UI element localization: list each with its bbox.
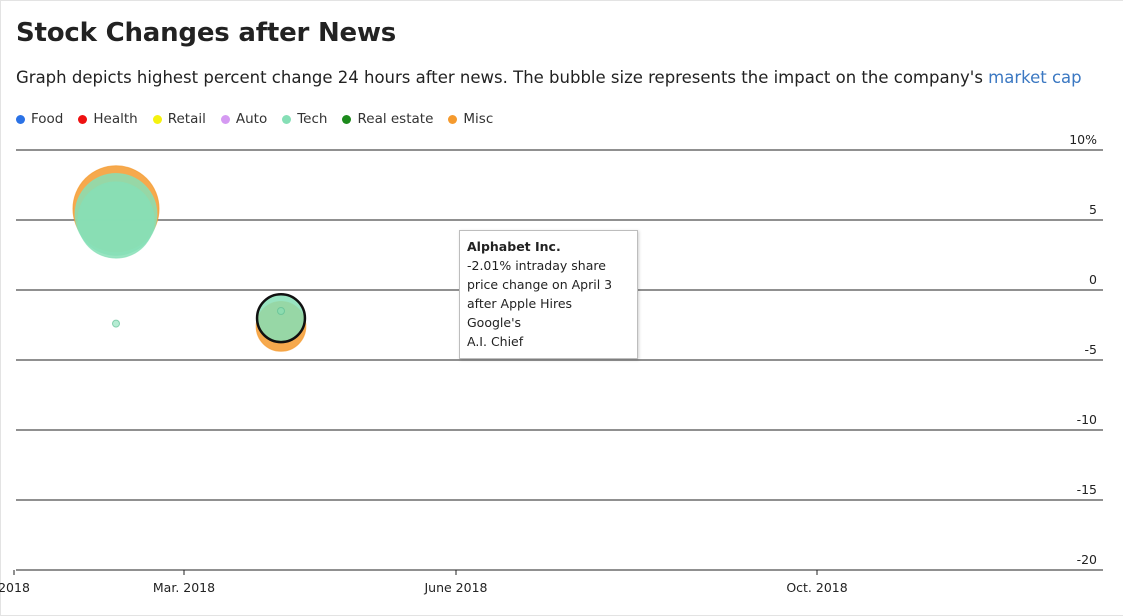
tooltip-line: A.I. Chief [467,334,524,349]
tooltip-line: -2.01% intraday share [467,258,606,273]
tooltip-line: price change on April 3 [467,277,613,292]
tooltip-company: Alphabet Inc. [467,239,561,254]
x-tick-label: Mar. 2018 [153,580,215,595]
x-tick-label: 2018 [0,580,30,595]
y-tick-label: -5 [1085,342,1097,357]
tooltip: Alphabet Inc. -2.01% intraday share pric… [459,230,638,359]
tooltip-line: after Apple Hires Google's [467,296,573,330]
y-tick-label: -15 [1077,482,1097,497]
y-tick-label: 10% [1069,132,1097,147]
x-tick-label: June 2018 [423,580,487,595]
y-tick-label: 5 [1089,202,1097,217]
y-tick-label: -20 [1077,552,1097,567]
bubble-layer [72,165,307,352]
x-tick-label: Oct. 2018 [786,580,847,595]
y-tick-label: 0 [1089,272,1097,287]
bubble-tech[interactable] [255,292,307,344]
grid-layer [16,149,1103,571]
bubble-tech[interactable] [112,319,120,328]
axis-layer: 10% 5 0 -5 -10 -15 -20 2018 Mar. 2018 June 2018 Oc… [0,132,1097,595]
y-tick-label: -10 [1077,412,1097,427]
bubble-tech[interactable] [277,307,285,315]
bubble-tech[interactable] [77,181,155,259]
